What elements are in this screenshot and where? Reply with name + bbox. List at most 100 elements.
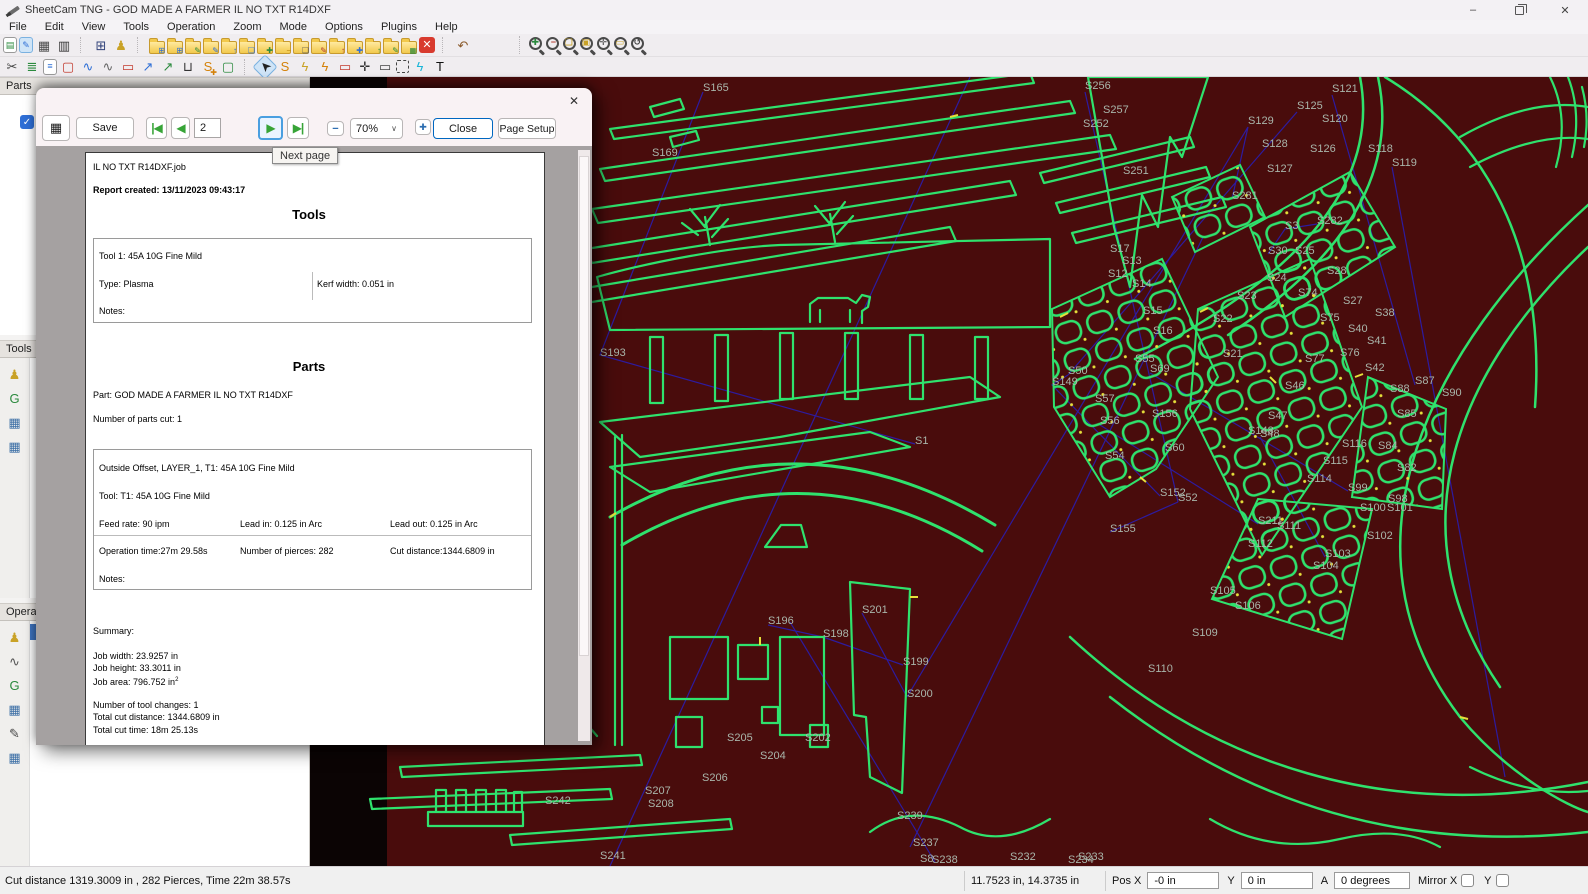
zoom-in-button[interactable]: ✚	[415, 119, 431, 135]
zoom-parts-icon[interactable]: ▣	[580, 37, 593, 50]
menu-edit[interactable]: Edit	[36, 20, 73, 34]
part-checkbox[interactable]: ✓	[20, 115, 34, 129]
export-part-icon[interactable]: ↑	[329, 41, 345, 54]
preview-scrollbar-thumb[interactable]	[579, 156, 589, 656]
import-drawing-icon[interactable]: ⊞	[149, 41, 165, 54]
arrange-part-icon[interactable]: ↑	[365, 41, 381, 54]
gcode-op-icon[interactable]: G	[6, 676, 24, 694]
menu-file[interactable]: File	[0, 20, 36, 34]
open-job-icon[interactable]: ▤	[3, 37, 17, 53]
delete-part-icon[interactable]: ✕	[419, 37, 435, 53]
next-page-button[interactable]: ▶	[258, 116, 283, 140]
restore-button[interactable]	[1496, 0, 1542, 20]
menu-zoom[interactable]: Zoom	[224, 20, 270, 34]
path-nodes-2-icon[interactable]: ∿	[99, 58, 117, 76]
first-page-button[interactable]: |◀	[146, 117, 167, 139]
gcode-icon[interactable]: G	[6, 389, 24, 407]
path-nodes-icon[interactable]: ∿	[79, 58, 97, 76]
torch-icon[interactable]: ♟	[6, 365, 24, 383]
part-yellow-icon[interactable]: −	[275, 41, 291, 54]
reload-drawing-icon[interactable]: ⊞	[167, 41, 183, 54]
zoom-drawing-icon[interactable]: ❏	[563, 37, 576, 50]
last-page-button[interactable]: ▶|	[287, 117, 309, 139]
zoom-select[interactable]: 70% ∨	[350, 118, 403, 139]
menu-tools[interactable]: Tools	[114, 20, 158, 34]
edit-part-icon[interactable]: ✎	[185, 41, 201, 54]
insert-part-icon[interactable]: ✚	[347, 41, 363, 54]
load-part-icon[interactable]: ↑	[221, 41, 237, 54]
part-outline-icon[interactable]: ▭	[119, 58, 137, 76]
pos-x-input[interactable]: -0 in	[1147, 872, 1219, 889]
zoom-previous-icon[interactable]: ↺	[631, 37, 644, 50]
copy-part-icon[interactable]: ❏	[239, 41, 255, 54]
zoom-extents-icon[interactable]: ✛	[597, 37, 610, 50]
table-x-icon[interactable]: ▦	[6, 700, 24, 718]
post-process-icon[interactable]: ▥	[55, 36, 73, 54]
shape-label: S207	[645, 785, 671, 797]
measure-arrow-icon[interactable]: ↗	[159, 58, 177, 76]
text-icon[interactable]: T	[431, 58, 449, 76]
previous-page-button[interactable]: ◀	[171, 117, 190, 139]
zoom-in-icon[interactable]: ✚	[529, 37, 542, 50]
select-cursor-icon[interactable]: ➤	[252, 54, 277, 79]
menu-view[interactable]: View	[73, 20, 115, 34]
bolt-icon[interactable]: ϟ	[411, 58, 429, 76]
print-icon[interactable]: ▦	[35, 36, 53, 54]
machine-bed-icon[interactable]: ⊔	[179, 58, 197, 76]
contour-green-icon[interactable]: ▢	[219, 58, 237, 76]
layers-icon[interactable]: ≣	[23, 58, 41, 76]
pan-icon[interactable]: ▭	[376, 58, 394, 76]
select-contour-icon[interactable]: ▭	[336, 58, 354, 76]
move-part-icon[interactable]: ✛	[356, 58, 374, 76]
properties-icon[interactable]: ≡	[43, 59, 57, 75]
operations-panel-toolbar: ♟ ∿ G ▦ ✎ ▦	[0, 621, 30, 866]
menu-options[interactable]: Options	[316, 20, 372, 34]
preview-scrollbar[interactable]	[578, 150, 590, 741]
minimize-button[interactable]: –	[1450, 0, 1496, 20]
move-arrow-icon[interactable]: ↗	[139, 58, 157, 76]
edit-job-icon[interactable]: ✎	[19, 37, 33, 53]
undo-icon[interactable]: ↶	[454, 36, 472, 54]
zoom-out-icon[interactable]: −	[546, 37, 559, 50]
start-point-icon[interactable]: S✚	[199, 58, 217, 76]
contour-red-icon[interactable]: ▢	[59, 58, 77, 76]
tool-table-icon[interactable]: ▦	[6, 413, 24, 431]
tool-bit-icon[interactable]: ♟	[112, 36, 130, 54]
op-table-icon[interactable]: ▦	[6, 748, 24, 766]
menu-operation[interactable]: Operation	[158, 20, 224, 34]
tool-table-alert-icon[interactable]: ▦	[6, 437, 24, 455]
cut-icon[interactable]: ✂	[3, 58, 21, 76]
calculator-icon[interactable]: ⊞	[92, 36, 110, 54]
dialog-close-button[interactable]: ✕	[566, 93, 582, 108]
select-start-icon[interactable]: S	[276, 58, 294, 76]
add-part-icon[interactable]: ✚	[257, 41, 273, 54]
mirror-x-checkbox[interactable]	[1461, 874, 1474, 887]
menu-plugins[interactable]: Plugins	[372, 20, 426, 34]
mirror-y-checkbox[interactable]	[1496, 874, 1509, 887]
menu-mode[interactable]: Mode	[270, 20, 316, 34]
close-preview-button[interactable]: Close	[433, 118, 493, 139]
save-button[interactable]: Save	[76, 117, 134, 139]
print-button[interactable]: ▦	[42, 115, 70, 141]
torch-arrow-icon[interactable]: ♟	[6, 628, 24, 646]
pos-y-input[interactable]: 0 in	[1241, 872, 1313, 889]
pen-op-icon[interactable]: ✎	[6, 724, 24, 742]
zoom-out-button[interactable]: −	[327, 121, 344, 136]
select-path-icon[interactable]: ϟ	[296, 58, 314, 76]
angle-input[interactable]: 0 degrees	[1334, 872, 1410, 889]
close-button[interactable]: ✕	[1542, 0, 1588, 20]
edit-part-2-icon[interactable]: ✎	[203, 41, 219, 54]
rename-part-icon[interactable]: ✎	[311, 41, 327, 54]
page-number-input[interactable]: 2	[194, 118, 221, 138]
path-op-icon[interactable]: ∿	[6, 652, 24, 670]
edit-green-icon[interactable]: ✎	[383, 41, 399, 54]
select-path-2-icon[interactable]: ϟ	[316, 58, 334, 76]
kerf-width: Kerf width: 0.051 in	[312, 272, 394, 300]
page-setup-button[interactable]: Page Setup	[498, 118, 556, 139]
menu-help[interactable]: Help	[426, 20, 467, 34]
status-separator	[964, 871, 965, 891]
rubber-band-icon[interactable]	[396, 60, 409, 73]
zoom-sheet-icon[interactable]: ▭	[614, 37, 627, 50]
nest-table-icon[interactable]: ▦	[401, 41, 417, 54]
duplicate-part-icon[interactable]: ❏	[293, 41, 309, 54]
